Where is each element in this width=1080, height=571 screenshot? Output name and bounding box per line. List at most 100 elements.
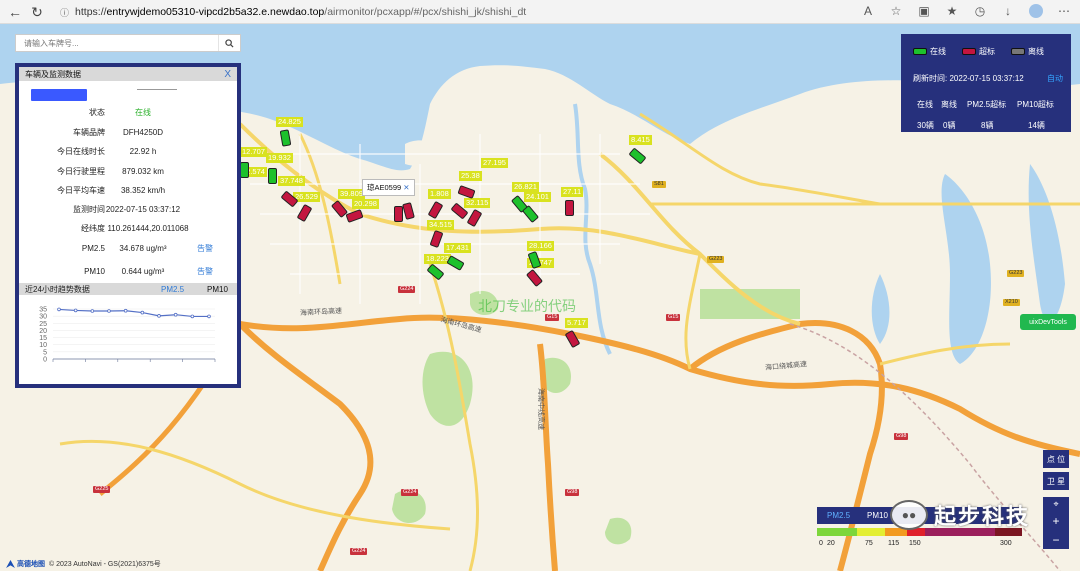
trend-chart: 35302520151050 — [39, 307, 216, 364]
vehicle-value-label[interactable]: 27.11 — [561, 187, 584, 197]
road-shield: S81 — [652, 181, 666, 188]
browser-actions: A ☆ ▣ ★ ◷ ↓ ⋯ — [860, 3, 1072, 19]
trend-point[interactable] — [123, 308, 128, 313]
vehicle-value-label[interactable]: 1.808 — [428, 189, 451, 199]
more-menu-icon[interactable]: ⋯ — [1056, 3, 1072, 19]
road-shield: G223 — [1007, 270, 1025, 277]
trend-point[interactable] — [190, 314, 195, 319]
count-header: 在线 — [917, 100, 933, 109]
row-value: DFH4250D — [122, 127, 163, 137]
back-icon[interactable]: ← — [4, 1, 26, 23]
wechat-icon: ●● — [890, 500, 928, 530]
trend-point[interactable] — [157, 314, 161, 318]
satellite-button[interactable]: 卫 星 — [1043, 472, 1069, 490]
trend-point[interactable] — [73, 308, 78, 313]
pm10-alarm-link[interactable]: 告警 — [197, 266, 213, 277]
profile-avatar[interactable] — [1028, 3, 1044, 19]
trend-y-tick: 20 — [39, 328, 47, 335]
trend-point[interactable] — [140, 310, 145, 315]
locate-button[interactable]: 点 位 — [1043, 450, 1069, 468]
aq-tick: 115 — [888, 540, 900, 547]
vehicle-value-label[interactable]: 5.717 — [565, 318, 588, 328]
compass-icon[interactable]: ⌖ — [1053, 499, 1058, 510]
legend-label: 在线 — [930, 47, 946, 56]
aq-tick: 20 — [827, 540, 835, 547]
vehicle-marker-online[interactable] — [240, 162, 249, 178]
trend-y-tick: 5 — [43, 349, 47, 356]
trend-y-tick: 10 — [39, 342, 47, 349]
road-shield: G98 — [565, 489, 580, 496]
gaode-text: 高德地图 — [17, 561, 45, 568]
address-bar[interactable]: ⓘ https://entrywjdemo05310-vipcd2b5a32.e… — [60, 3, 860, 21]
search-input[interactable] — [16, 38, 218, 48]
auto-refresh-toggle[interactable]: 自动 — [1047, 73, 1063, 84]
history-icon[interactable]: ◷ — [972, 3, 988, 19]
vehicle-value-label[interactable]: 19.932 — [266, 153, 293, 163]
row-avg-speed: 今日平均车速 38.352 km/h — [19, 181, 237, 199]
vehicle-marker-over[interactable] — [394, 206, 403, 222]
url-prefix: https:// — [75, 6, 107, 18]
vehicle-value-label[interactable]: 20.298 — [352, 199, 379, 209]
vehicle-marker-over[interactable] — [565, 200, 574, 216]
trend-y-tick: 25 — [39, 321, 47, 328]
trend-point[interactable] — [90, 309, 95, 313]
road-shield: G15 — [666, 314, 681, 321]
aq-tab-pm10[interactable]: PM10 — [867, 511, 888, 520]
vehicle-value-label[interactable]: 28.166 — [527, 241, 554, 251]
vehicle-value-label[interactable]: 34.515 — [427, 220, 454, 230]
reload-icon[interactable]: ↻ — [26, 1, 48, 23]
vehicle-value-label[interactable]: 26.821 — [512, 182, 539, 192]
download-icon[interactable]: ↓ — [1000, 3, 1016, 19]
trend-title: 近24小时趋势数据 — [25, 284, 90, 294]
extensions-icon[interactable]: ▣ — [916, 3, 932, 19]
count-header: PM10超标 — [1017, 100, 1054, 109]
trend-point[interactable] — [107, 309, 111, 313]
road-shield: G98 — [894, 433, 909, 440]
vehicle-value-label[interactable]: 37.748 — [278, 176, 305, 186]
vehicle-plate-popup[interactable]: 琼AE0599 ✕ — [362, 179, 415, 196]
aq-color-segment — [817, 528, 857, 536]
popup-close-icon[interactable]: ✕ — [403, 183, 409, 192]
favorites-icon[interactable]: ★ — [944, 3, 960, 19]
vehicle-value-label[interactable]: 25.38 — [459, 171, 482, 181]
search-button[interactable] — [218, 35, 240, 51]
legend-over: 超标 — [962, 46, 995, 57]
panel-close-button[interactable]: X — [224, 69, 231, 80]
row-value: 0.644 ug/m³ — [121, 266, 165, 276]
vehicle-value-label[interactable]: 8.415 — [629, 135, 652, 145]
legend-label: 离线 — [1028, 47, 1044, 56]
trend-point[interactable] — [173, 312, 178, 317]
read-aloud-icon[interactable]: A — [860, 3, 876, 19]
vehicle-marker-online[interactable] — [268, 168, 277, 184]
zoom-out-button[interactable]: − — [1052, 533, 1059, 547]
watermark-text: 北刀专业的代码 — [478, 298, 576, 314]
zoom-in-button[interactable]: + — [1052, 514, 1059, 528]
search-icon — [225, 38, 234, 48]
aq-tab-pm25[interactable]: PM2.5 — [827, 511, 850, 520]
trend-tab-pm10[interactable]: PM10 — [207, 285, 228, 294]
refresh-value: 2022-07-15 03:37:12 — [949, 74, 1024, 83]
vehicle-value-label[interactable]: 27.195 — [481, 158, 508, 168]
trend-tab-pm25[interactable]: PM2.5 — [161, 285, 184, 294]
refresh-time: 刷新时间: 2022-07-15 03:37:12 — [913, 73, 1024, 84]
vehicle-value-label[interactable]: 32.115 — [464, 198, 491, 208]
brand-text: 起步科技 — [934, 504, 1031, 529]
offline-car-icon — [1011, 48, 1025, 55]
panel-header: 车辆及监测数据 X — [19, 67, 237, 81]
row-online-hours: 今日在线时长 22.92 h — [19, 142, 237, 160]
favorite-add-icon[interactable]: ☆ — [888, 3, 904, 19]
trend-point[interactable] — [57, 307, 61, 312]
vehicle-value-label[interactable]: 12.707 — [240, 147, 267, 157]
count-online: 30辆 — [917, 121, 934, 130]
vehicle-value-label[interactable]: 39.809 — [338, 189, 365, 199]
vehicle-value-label[interactable]: 24.101 — [524, 192, 551, 202]
legend-label: 超标 — [979, 47, 995, 56]
uixdevtools-button[interactable]: uixDevTools — [1020, 314, 1076, 330]
trend-point[interactable] — [207, 314, 211, 319]
vehicle-value-label[interactable]: 17.431 — [444, 243, 471, 253]
map-copyright: 高德地图 © 2023 AutoNavi - GS(2021)6375号 — [6, 559, 161, 569]
vehicle-value-label[interactable]: 24.825 — [276, 117, 303, 127]
count-pm10-over: 14辆 — [1028, 121, 1045, 130]
pm25-alarm-link[interactable]: 告警 — [197, 243, 213, 254]
status-value: 在线 — [135, 107, 151, 117]
